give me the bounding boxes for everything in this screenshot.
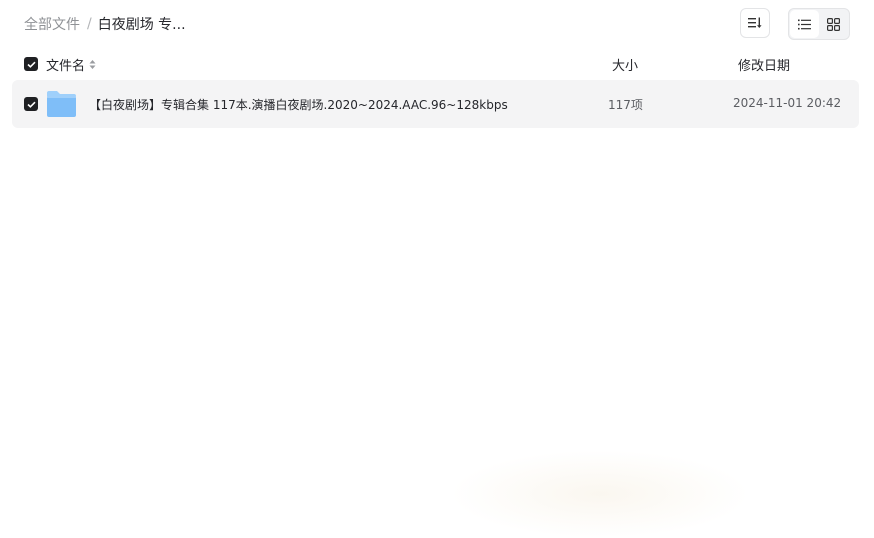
grid-view-icon	[827, 17, 840, 31]
sort-order-icon	[748, 17, 762, 28]
table-row[interactable]: 【白夜剧场】专辑合集 117本.演播白夜剧场.2020~2024.AAC.96~…	[12, 80, 859, 128]
grid-view-button[interactable]	[819, 10, 848, 38]
breadcrumb-current: 白夜剧场 专...	[97, 17, 186, 33]
file-modified-date: 2024-11-01 20:42	[733, 96, 842, 110]
breadcrumb: 全部文件 / 白夜剧场 专...	[24, 14, 186, 34]
column-header-name[interactable]: 文件名	[46, 55, 96, 74]
file-name[interactable]: 【白夜剧场】专辑合集 117本.演播白夜剧场.2020~2024.AAC.96~…	[89, 96, 508, 113]
column-header-size[interactable]: 大小	[612, 55, 638, 74]
sort-arrows-icon[interactable]	[89, 59, 96, 70]
column-header-name-label: 文件名	[46, 59, 86, 74]
background-glow	[450, 450, 750, 538]
breadcrumb-root-link[interactable]: 全部文件	[24, 14, 80, 34]
file-size: 117项	[608, 98, 643, 112]
folder-icon	[46, 90, 77, 121]
select-all-checkbox[interactable]	[24, 57, 38, 71]
checkmark-icon	[26, 101, 36, 108]
list-view-button[interactable]	[790, 10, 819, 38]
file-browser: 全部文件 / 白夜剧场 专... 文件名 大小 修改日期 【白夜剧场】专辑合集 …	[0, 0, 874, 538]
breadcrumb-separator: /	[87, 16, 92, 32]
checkmark-icon	[26, 61, 36, 68]
row-checkbox[interactable]	[24, 97, 38, 111]
column-header-date[interactable]: 修改日期	[738, 55, 790, 74]
view-toggle	[788, 8, 850, 40]
list-view-icon	[798, 19, 811, 29]
table-header: 文件名 大小 修改日期	[0, 52, 874, 76]
sort-button[interactable]	[740, 8, 770, 38]
